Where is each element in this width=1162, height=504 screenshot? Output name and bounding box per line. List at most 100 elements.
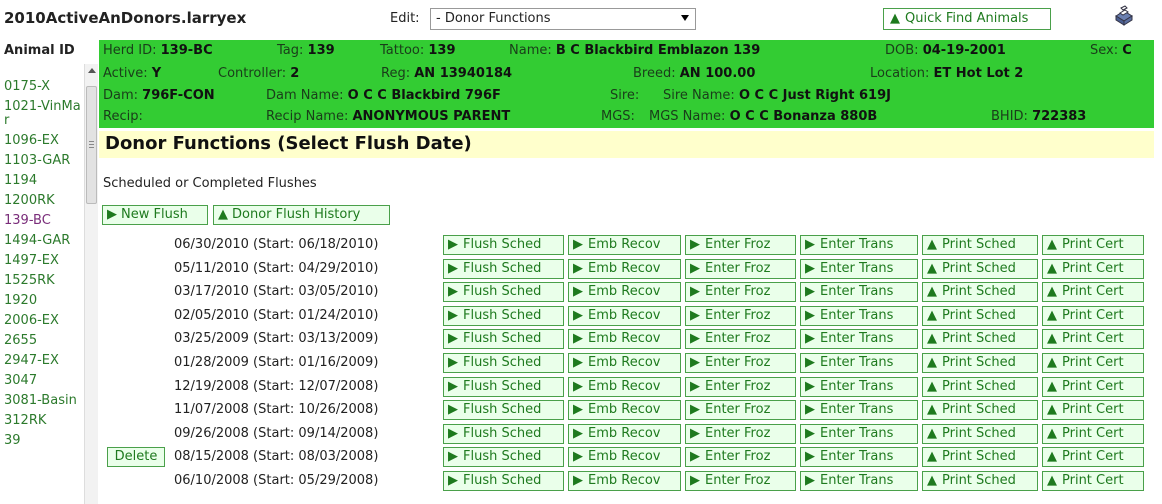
quick-find-animals-button[interactable]: ▲ Quick Find Animals <box>883 8 1051 30</box>
enter-froz-button[interactable]: ▶ Enter Froz <box>685 471 796 491</box>
print-sched-button[interactable]: ▲ Print Sched <box>922 423 1038 444</box>
flush-sched-button[interactable]: ▶ Flush Sched <box>443 235 564 255</box>
emb-recov-button[interactable]: ▶ Emb Recov <box>568 282 681 303</box>
animal-list-item[interactable]: 3081-Basin <box>0 394 84 408</box>
enter-trans-button[interactable]: ▶ Enter Trans <box>800 353 918 373</box>
flush-sched-button[interactable]: ▶ Flush Sched <box>443 423 564 444</box>
enter-froz-label: Enter Froz <box>705 355 771 370</box>
flush-sched-button[interactable]: ▶ Flush Sched <box>443 376 564 397</box>
emb-recov-button[interactable]: ▶ Emb Recov <box>568 353 681 373</box>
animal-list-item[interactable]: 139-BC <box>0 214 84 228</box>
flush-sched-button[interactable]: ▶ Flush Sched <box>443 447 564 468</box>
animal-list-item[interactable]: 3047 <box>0 374 84 388</box>
animal-list-item[interactable]: 0175-X <box>0 80 84 94</box>
animal-list-item[interactable]: 1920 <box>0 294 84 308</box>
sidebar-scrollbar[interactable] <box>84 64 98 504</box>
enter-trans-button[interactable]: ▶ Enter Trans <box>800 329 918 350</box>
print-cert-button[interactable]: ▲ Print Cert <box>1042 258 1144 279</box>
print-cert-button[interactable]: ▲ Print Cert <box>1042 235 1144 255</box>
flush-sched-button[interactable]: ▶ Flush Sched <box>443 471 564 491</box>
triangle-up-icon: ▲ <box>1047 307 1057 323</box>
animal-list-item[interactable]: 2947-EX <box>0 354 84 368</box>
enter-froz-button[interactable]: ▶ Enter Froz <box>685 305 796 326</box>
emb-recov-button[interactable]: ▶ Emb Recov <box>568 400 681 421</box>
enter-trans-button[interactable]: ▶ Enter Trans <box>800 400 918 421</box>
flush-sched-button[interactable]: ▶ Flush Sched <box>443 353 564 373</box>
emb-recov-button[interactable]: ▶ Emb Recov <box>568 376 681 397</box>
printer-icon[interactable] <box>1113 5 1135 27</box>
print-sched-button[interactable]: ▲ Print Sched <box>922 305 1038 326</box>
emb-recov-button[interactable]: ▶ Emb Recov <box>568 423 681 444</box>
new-flush-button[interactable]: ▶ New Flush <box>102 205 208 225</box>
animal-list-item[interactable]: 1494-GAR <box>0 234 84 248</box>
emb-recov-button[interactable]: ▶ Emb Recov <box>568 447 681 468</box>
flush-sched-button[interactable]: ▶ Flush Sched <box>443 258 564 279</box>
enter-froz-button[interactable]: ▶ Enter Froz <box>685 329 796 350</box>
donor-flush-history-label: Donor Flush History <box>232 207 361 222</box>
emb-recov-button[interactable]: ▶ Emb Recov <box>568 235 681 255</box>
enter-trans-button[interactable]: ▶ Enter Trans <box>800 376 918 397</box>
print-sched-button[interactable]: ▲ Print Sched <box>922 282 1038 303</box>
play-arrow-icon: ▶ <box>690 331 700 347</box>
enter-trans-button[interactable]: ▶ Enter Trans <box>800 471 918 491</box>
print-sched-button[interactable]: ▲ Print Sched <box>922 400 1038 421</box>
scroll-thumb[interactable] <box>86 86 97 204</box>
animal-list-item[interactable]: 39 <box>0 434 84 448</box>
print-cert-button[interactable]: ▲ Print Cert <box>1042 376 1144 397</box>
print-sched-button[interactable]: ▲ Print Sched <box>922 235 1038 255</box>
print-cert-button[interactable]: ▲ Print Cert <box>1042 329 1144 350</box>
animal-list-item[interactable]: 1103-GAR <box>0 154 84 168</box>
animal-list-item[interactable]: 1096-EX <box>0 134 84 148</box>
print-sched-button[interactable]: ▲ Print Sched <box>922 353 1038 373</box>
enter-froz-button[interactable]: ▶ Enter Froz <box>685 447 796 468</box>
enter-trans-button[interactable]: ▶ Enter Trans <box>800 282 918 303</box>
print-sched-button[interactable]: ▲ Print Sched <box>922 258 1038 279</box>
enter-froz-button[interactable]: ▶ Enter Froz <box>685 282 796 303</box>
print-sched-button[interactable]: ▲ Print Sched <box>922 471 1038 491</box>
flush-sched-button[interactable]: ▶ Flush Sched <box>443 305 564 326</box>
animal-list-item[interactable]: 2006-EX <box>0 314 84 328</box>
print-sched-button[interactable]: ▲ Print Sched <box>922 376 1038 397</box>
print-sched-button[interactable]: ▲ Print Sched <box>922 447 1038 468</box>
enter-trans-button[interactable]: ▶ Enter Trans <box>800 235 918 255</box>
animal-list-item[interactable]: 1525RK <box>0 274 84 288</box>
flush-sched-button[interactable]: ▶ Flush Sched <box>443 400 564 421</box>
print-cert-button[interactable]: ▲ Print Cert <box>1042 400 1144 421</box>
emb-recov-button[interactable]: ▶ Emb Recov <box>568 305 681 326</box>
play-arrow-icon: ▶ <box>448 449 458 465</box>
animal-list-item[interactable]: 1021-VinMar <box>0 100 84 128</box>
enter-froz-button[interactable]: ▶ Enter Froz <box>685 423 796 444</box>
animal-list-item[interactable]: 1200RK <box>0 194 84 208</box>
active-value: Y <box>151 66 162 81</box>
enter-froz-button[interactable]: ▶ Enter Froz <box>685 353 796 373</box>
enter-trans-button[interactable]: ▶ Enter Trans <box>800 258 918 279</box>
enter-trans-button[interactable]: ▶ Enter Trans <box>800 305 918 326</box>
print-cert-button[interactable]: ▲ Print Cert <box>1042 353 1144 373</box>
print-cert-button[interactable]: ▲ Print Cert <box>1042 282 1144 303</box>
print-cert-button[interactable]: ▲ Print Cert <box>1042 305 1144 326</box>
enter-froz-button[interactable]: ▶ Enter Froz <box>685 258 796 279</box>
print-cert-button[interactable]: ▲ Print Cert <box>1042 471 1144 491</box>
animal-list-item[interactable]: 312RK <box>0 414 84 428</box>
delete-flush-button[interactable]: Delete <box>107 447 165 468</box>
flush-sched-button[interactable]: ▶ Flush Sched <box>443 282 564 303</box>
flush-sched-button[interactable]: ▶ Flush Sched <box>443 329 564 350</box>
animal-list-item[interactable]: 1194 <box>0 174 84 188</box>
print-cert-button[interactable]: ▲ Print Cert <box>1042 423 1144 444</box>
emb-recov-button[interactable]: ▶ Emb Recov <box>568 258 681 279</box>
emb-recov-button[interactable]: ▶ Emb Recov <box>568 471 681 491</box>
edit-function-select[interactable]: - Donor Functions <box>430 8 696 30</box>
enter-froz-button[interactable]: ▶ Enter Froz <box>685 400 796 421</box>
animal-list-item[interactable]: 1497-EX <box>0 254 84 268</box>
emb-recov-button[interactable]: ▶ Emb Recov <box>568 329 681 350</box>
animal-list-item[interactable]: 2655 <box>0 334 84 348</box>
scroll-up-arrow-icon[interactable] <box>88 68 96 73</box>
enter-froz-button[interactable]: ▶ Enter Froz <box>685 376 796 397</box>
enter-froz-button[interactable]: ▶ Enter Froz <box>685 235 796 255</box>
enter-trans-button[interactable]: ▶ Enter Trans <box>800 447 918 468</box>
donor-flush-history-button[interactable]: ▲ Donor Flush History <box>213 205 390 225</box>
enter-trans-button[interactable]: ▶ Enter Trans <box>800 423 918 444</box>
print-sched-button[interactable]: ▲ Print Sched <box>922 329 1038 350</box>
print-cert-button[interactable]: ▲ Print Cert <box>1042 447 1144 468</box>
play-arrow-icon: ▶ <box>805 473 815 488</box>
